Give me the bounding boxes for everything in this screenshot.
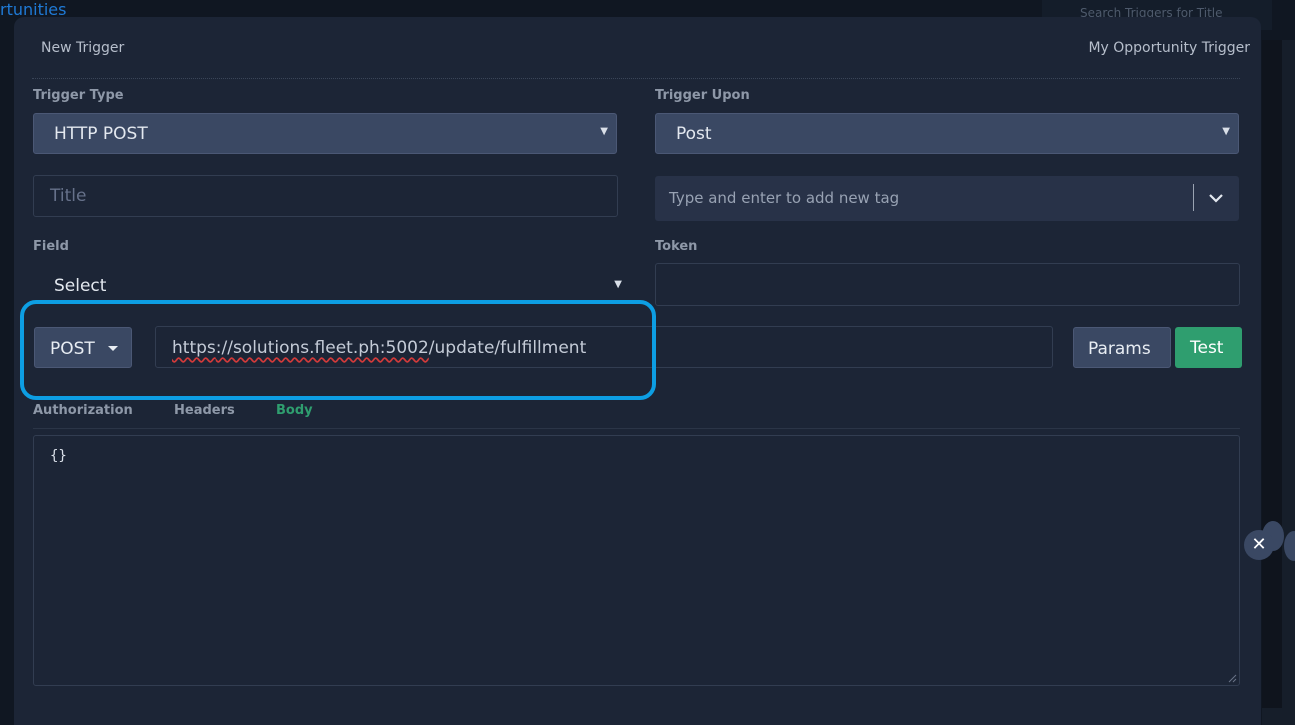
body-content: {} bbox=[50, 448, 67, 464]
trigger-upon-select[interactable]: Post ▼ bbox=[655, 113, 1239, 154]
select-caret-icon: ▼ bbox=[614, 279, 622, 290]
request-tabs: Authorization Headers Body bbox=[33, 403, 1240, 429]
tags-separator bbox=[1193, 184, 1194, 211]
token-input[interactable] bbox=[655, 263, 1240, 306]
params-button[interactable]: Params bbox=[1073, 327, 1171, 368]
trigger-type-select[interactable]: HTTP POST ▼ bbox=[33, 113, 617, 154]
modal-header: New Trigger My Opportunity Trigger bbox=[32, 17, 1250, 79]
tab-headers[interactable]: Headers bbox=[174, 403, 235, 418]
tab-authorization[interactable]: Authorization bbox=[33, 403, 133, 418]
trigger-type-label: Trigger Type bbox=[33, 88, 124, 103]
title-input[interactable]: Title bbox=[33, 175, 618, 217]
token-label: Token bbox=[655, 239, 698, 254]
title-placeholder: Title bbox=[50, 186, 87, 206]
select-caret-icon: ▼ bbox=[1222, 126, 1230, 137]
resize-handle-icon[interactable] bbox=[1227, 673, 1237, 683]
body-textarea[interactable]: {} bbox=[33, 435, 1240, 686]
chevron-down-icon[interactable] bbox=[1205, 187, 1227, 209]
field-value: Select bbox=[54, 276, 107, 296]
trigger-upon-label: Trigger Upon bbox=[655, 88, 750, 103]
annotation-highlight bbox=[20, 300, 656, 400]
trigger-upon-value: Post bbox=[676, 124, 712, 144]
field-select[interactable]: Select ▼ bbox=[33, 268, 622, 304]
tags-placeholder: Type and enter to add new tag bbox=[669, 189, 900, 207]
background-scroll-bar bbox=[1262, 40, 1282, 708]
tags-input[interactable]: Type and enter to add new tag bbox=[655, 176, 1239, 221]
test-button[interactable]: Test bbox=[1175, 327, 1242, 368]
trigger-name: My Opportunity Trigger bbox=[1088, 40, 1250, 56]
tab-body[interactable]: Body bbox=[276, 403, 313, 418]
select-caret-icon: ▼ bbox=[600, 126, 608, 137]
field-label: Field bbox=[33, 239, 69, 254]
trigger-type-value: HTTP POST bbox=[54, 124, 148, 144]
close-icon[interactable]: ✕ bbox=[1244, 530, 1274, 560]
modal-title: New Trigger bbox=[41, 40, 125, 56]
new-trigger-modal: New Trigger My Opportunity Trigger Trigg… bbox=[14, 17, 1261, 725]
